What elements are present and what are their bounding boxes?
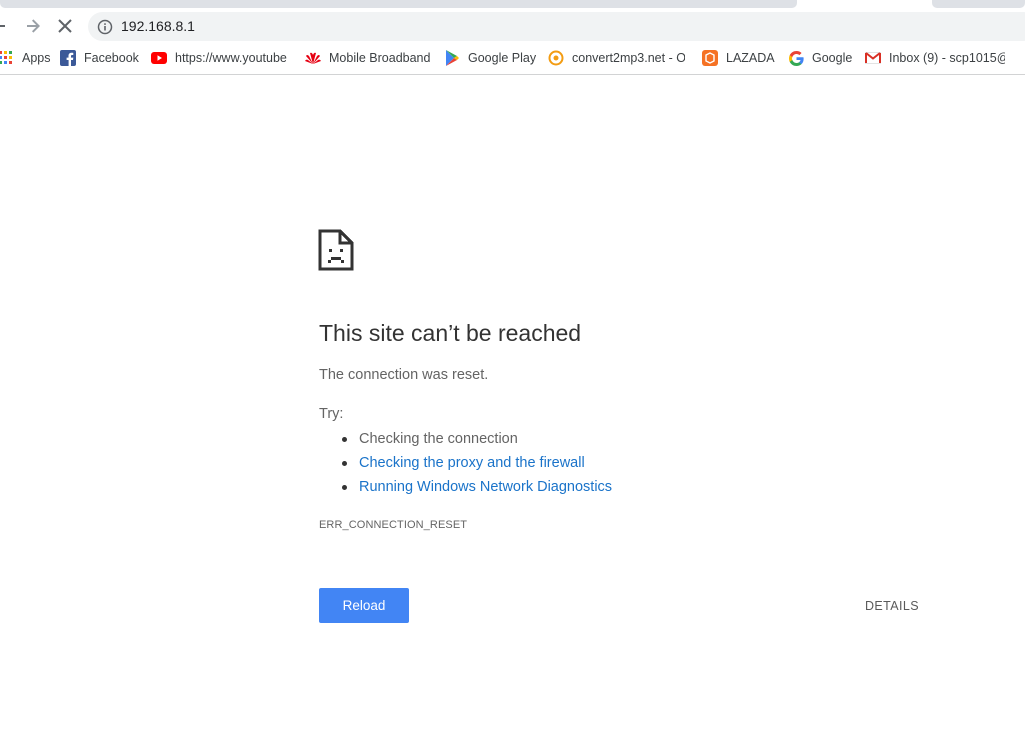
bookmark-label: convert2mp3.net - O [572, 51, 685, 65]
youtube-icon [151, 50, 167, 66]
inactive-tab[interactable] [0, 0, 797, 8]
forward-button[interactable] [21, 14, 45, 38]
bookmark-google-play[interactable]: Google Play [444, 49, 536, 67]
facebook-icon [60, 50, 76, 66]
bookmark-convert2mp3[interactable]: convert2mp3.net - O [548, 49, 685, 67]
bookmark-label: Google [812, 51, 853, 65]
google-play-icon [444, 50, 460, 66]
suggestion-link[interactable]: Checking the proxy and the firewall [359, 455, 585, 471]
sad-page-icon [318, 229, 354, 271]
bookmark-inbox[interactable]: Inbox (9) - scp1015@ [865, 49, 1005, 67]
suggestions-list: Checking the connection Checking the pro… [339, 430, 612, 502]
reload-button[interactable]: Reload [319, 588, 409, 623]
bookmark-lazada[interactable]: LAZADA [702, 49, 775, 67]
bookmark-facebook[interactable]: Facebook [60, 49, 139, 67]
error-code: ERR_CONNECTION_RESET [319, 519, 468, 531]
address-bar[interactable]: 192.168.8.1 [88, 12, 1025, 41]
bookmark-google[interactable]: Google [788, 49, 852, 67]
back-button[interactable] [0, 14, 11, 38]
bookmark-label: Google Play [468, 51, 537, 65]
bookmark-mobile-broadband[interactable]: Mobile Broadband [305, 49, 430, 67]
error-title: This site can’t be reached [319, 320, 582, 346]
convert2mp3-icon [548, 50, 564, 66]
close-icon [58, 19, 72, 33]
bookmark-label: Facebook [84, 51, 139, 65]
google-icon [788, 50, 804, 66]
suggestion-check-connection: Checking the connection [339, 430, 612, 454]
bookmark-label: Mobile Broadband [329, 51, 431, 65]
try-label: Try: [319, 406, 344, 422]
browser-toolbar: 192.168.8.1 [0, 9, 1025, 42]
bookmark-label: Inbox (9) - scp1015@ [889, 51, 1005, 65]
suggestion-link[interactable]: Running Windows Network Diagnostics [359, 479, 612, 495]
address-url[interactable]: 192.168.8.1 [121, 18, 195, 34]
bookmark-youtube[interactable]: https://www.youtube [151, 49, 288, 67]
lazada-icon [702, 50, 718, 66]
suggestion-check-proxy-firewall[interactable]: Checking the proxy and the firewall [339, 454, 612, 478]
inactive-tab[interactable] [932, 0, 1025, 8]
bookmark-label: Apps [22, 51, 51, 65]
arrow-left-icon [0, 20, 5, 32]
stop-loading-button[interactable] [53, 14, 77, 38]
suggestion-network-diagnostics[interactable]: Running Windows Network Diagnostics [339, 478, 612, 502]
apps-grid-icon [0, 50, 14, 66]
bookmarks-bar: Apps Facebook https://www.youtube Mobile… [0, 42, 1025, 75]
error-summary: The connection was reset. [319, 367, 489, 383]
gmail-icon [865, 50, 881, 66]
bookmark-label: https://www.youtube [175, 51, 287, 65]
suggestion-text: Checking the connection [359, 431, 518, 447]
tab-strip [0, 0, 1025, 9]
info-icon[interactable] [96, 18, 113, 35]
details-button[interactable]: DETAILS [852, 588, 932, 623]
arrow-right-icon [27, 19, 40, 33]
bookmark-apps[interactable]: Apps [0, 49, 51, 67]
bookmark-label: LAZADA [726, 51, 775, 65]
huawei-icon [305, 50, 321, 66]
